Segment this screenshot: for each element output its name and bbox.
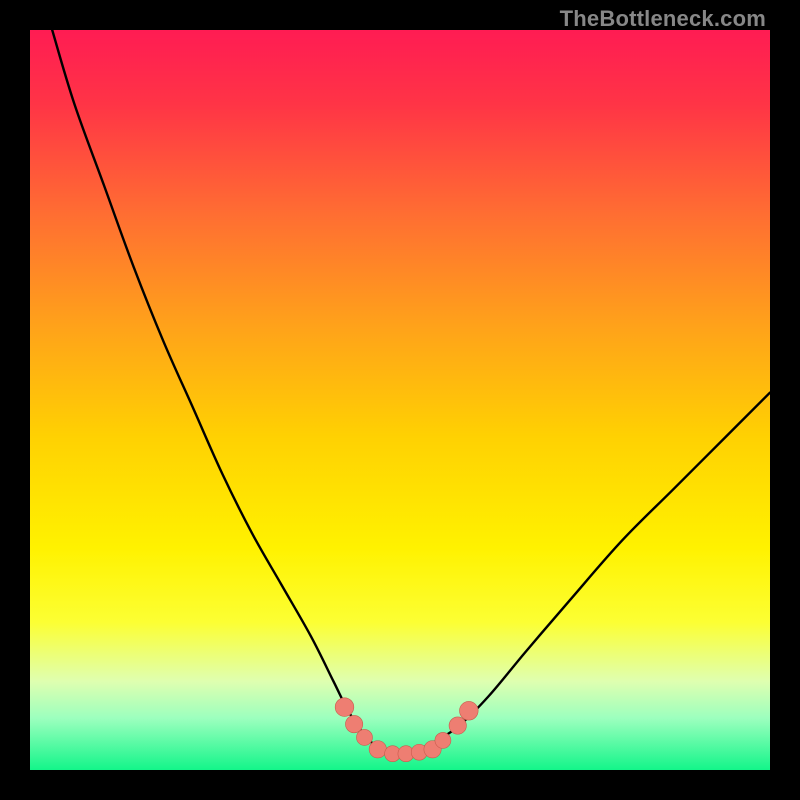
marker-dot (369, 741, 386, 758)
chart-stage: TheBottleneck.com (0, 0, 800, 800)
marker-dot (449, 717, 466, 734)
plot-area (30, 30, 770, 770)
watermark-text: TheBottleneck.com (560, 6, 766, 32)
marker-dot (435, 732, 451, 748)
marker-dot (356, 729, 372, 745)
marker-dot (345, 715, 362, 732)
gradient-background (30, 30, 770, 770)
chart-svg (30, 30, 770, 770)
marker-dot (459, 701, 478, 720)
marker-dot (335, 698, 354, 717)
